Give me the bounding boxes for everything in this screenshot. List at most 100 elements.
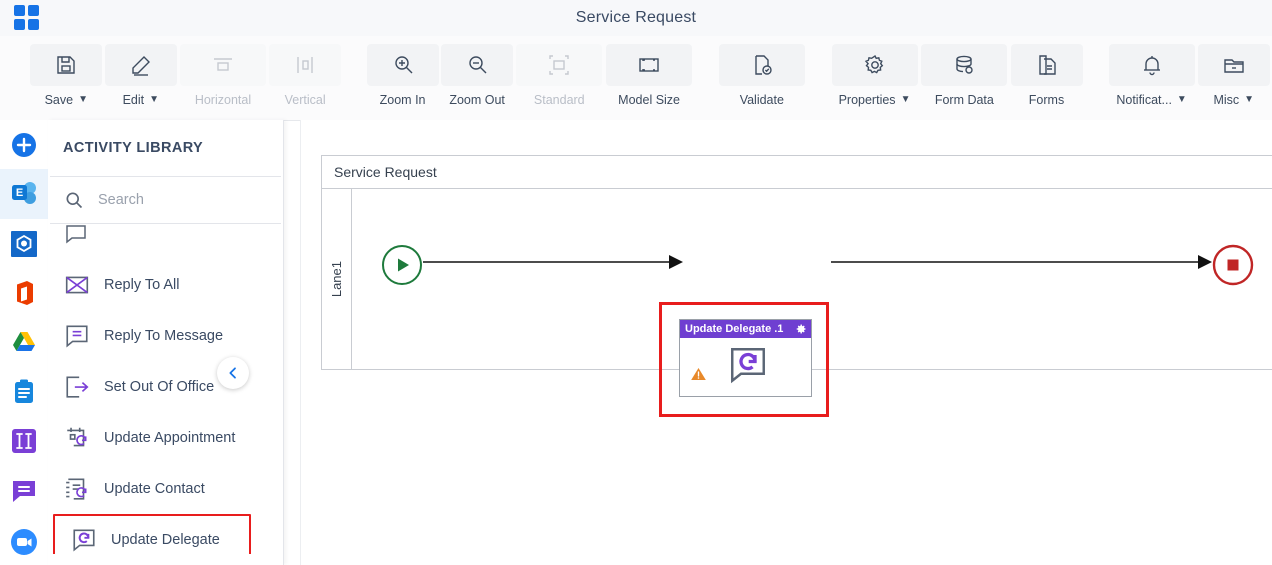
clipboard-icon [15,379,33,403]
toolbar-text: Horizontal [194,93,252,107]
toolbar-button-edit[interactable]: Edit ▼ [104,36,178,107]
node-body [680,338,811,397]
zoom-out-icon [441,44,514,86]
toolbar-text: Properties [838,93,896,107]
gear-icon [831,44,918,86]
edit-pencil-icon [104,44,177,86]
toolbar-button-vertical[interactable]: Vertical [269,36,342,107]
activity-node-update-delegate[interactable]: Update Delegate .1 [679,319,812,397]
rail-item-exchange[interactable]: E [0,169,48,219]
toolbar-label: Notificat... ▼ [1116,93,1186,107]
gear-icon[interactable] [795,323,807,335]
calendar-refresh-icon [67,427,87,446]
folder-icon [1197,44,1270,86]
save-icon [30,44,103,86]
title-bar: Service Request [0,0,1272,36]
process-canvas[interactable]: Service Request Lane1 Update Delegate .1 [300,120,1272,565]
toolbar-button-notifications[interactable]: Notificat... ▼ [1108,36,1196,107]
toolbar-label: Misc ▼ [1213,93,1254,107]
chevron-left-icon [229,367,236,379]
pool: Service Request Lane1 Update Delegate .1 [321,155,1272,417]
search-row[interactable] [48,177,283,223]
bell-icon [1108,44,1195,86]
list-item-update-delegate[interactable]: Update Delegate [53,514,251,554]
toolbar-button-forms[interactable]: Forms [1010,36,1083,107]
rail-item-office[interactable] [0,268,48,317]
toolbar-text: Vertical [284,93,326,107]
delegate-refresh-icon [731,348,765,384]
toolbar-button-horizontal[interactable]: Horizontal [179,36,267,107]
warning-triangle-icon[interactable] [690,366,707,382]
svg-text:E: E [16,187,23,199]
rail-item-zoom[interactable] [0,516,48,565]
toolbar-button-properties[interactable]: Properties ▼ [831,36,919,107]
toolbar-text: Forms [1028,93,1065,107]
panel-collapse-button[interactable] [217,357,249,389]
zoom-in-icon [366,44,439,86]
list-item-reply-to-all[interactable]: Reply To All [48,259,283,310]
rail-item-sharepoint[interactable] [0,219,48,268]
toolbar-label: Model Size [618,93,680,107]
pool-body: Lane1 Update Delegate .1 [321,189,1272,417]
toolbar-label: Save ▼ [45,93,88,107]
pool-title: Service Request [334,164,437,180]
toolbar-button-standard[interactable]: Standard [515,36,603,107]
rail-item-add[interactable] [0,120,48,169]
activity-list[interactable]: Reply To All Reply To Message Set Out Of… [48,224,283,554]
list-item-reply-to-message[interactable]: Reply To Message [48,310,283,361]
toolbar-label: Horizontal [195,93,251,107]
rail-item-chat[interactable] [0,466,48,515]
exchange-icon: E [12,182,36,205]
chevron-down-icon: ▼ [1244,94,1255,105]
app-rail: E [0,120,49,565]
activity-library-panel: ACTIVITY LIBRARY Search Reply To All Rep… [48,120,284,565]
start-event[interactable] [381,244,423,286]
list-item-update-contact[interactable]: Update Contact [48,463,283,514]
toolbar-label: Zoom Out [449,93,505,107]
validate-icon [718,44,805,86]
toolbar-button-misc[interactable]: Misc ▼ [1197,36,1271,107]
plus-circle-icon [12,132,36,157]
toolbar-button-model-size[interactable]: Model Size [605,36,693,107]
standard-size-icon [516,44,603,86]
contact-refresh-icon [66,477,87,500]
rail-item-columns[interactable] [0,417,48,466]
chevron-down-icon: ▼ [1176,94,1187,105]
end-event[interactable] [1212,244,1254,286]
toolbar-button-zoom-in[interactable]: Zoom In [366,36,439,107]
list-item-label: Set Out Of Office [104,378,215,395]
vertical-align-icon [269,44,342,86]
grid-apps-icon[interactable] [14,5,40,31]
toolbar-label: Edit ▼ [123,93,159,107]
application-window: Service Request Save ▼ Edit ▼ Horizontal… [0,0,1272,565]
hexagon-icon [11,230,37,257]
toolbar-button-form-data[interactable]: Form Data [920,36,1008,107]
database-icon [921,44,1008,86]
google-drive-icon [13,332,35,352]
toolbar-button-zoom-out[interactable]: Zoom Out [441,36,514,107]
message-reply-icon [66,324,88,347]
list-item-label: Update Delegate [111,531,220,548]
list-item-label: Update Contact [104,480,205,497]
list-item-update-appointment[interactable]: Update Appointment [48,412,283,463]
envelope-reply-icon [65,276,89,293]
search-input[interactable] [96,191,250,209]
toolbar-text: Misc [1213,93,1240,107]
list-item-partial[interactable] [48,224,283,259]
toolbar-label: Vertical [285,93,326,107]
toolbar-button-validate[interactable]: Validate [718,36,806,107]
rail-item-clipboard[interactable] [0,367,48,416]
toolbar-text: Form Data [934,93,994,107]
toolbar-text: Standard [533,93,585,107]
toolbar-label: Properties ▼ [839,93,911,107]
toolbar-text: Save [44,93,74,107]
list-item-label: Reply To Message [104,327,224,344]
office-icon [17,281,33,306]
pool-header[interactable]: Service Request [321,155,1272,189]
delegate-refresh-icon [73,528,95,551]
toolbar-button-save[interactable]: Save ▼ [30,36,103,107]
columns-icon [12,429,36,454]
rail-item-google-drive[interactable] [0,318,48,367]
toolbar-label: Standard [534,93,585,107]
node-header: Update Delegate .1 [680,320,811,338]
